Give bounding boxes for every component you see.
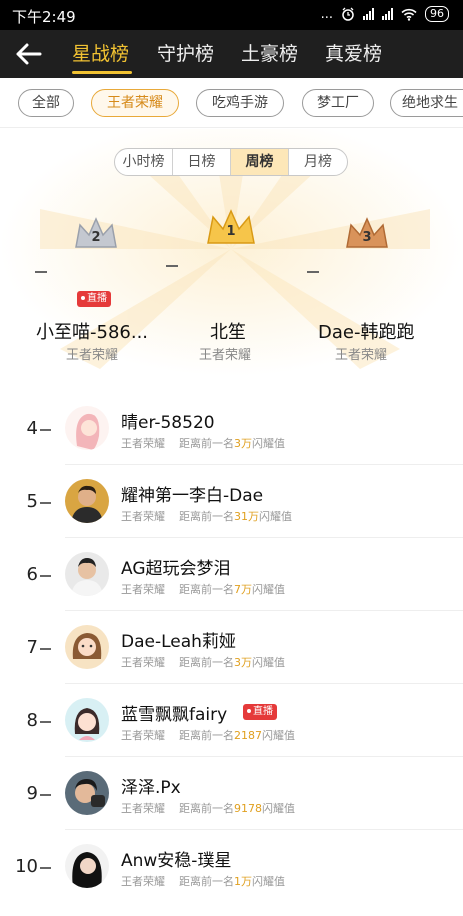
rank-number: 4 [26, 418, 38, 439]
rank-number: 2 [91, 230, 101, 245]
status-dots: ... [320, 6, 333, 22]
wifi-icon [401, 8, 417, 21]
alarm-icon [342, 7, 354, 21]
streamer-name: 蓝雪飘飘fairy [121, 705, 228, 725]
period-switcher: 小时榜 日榜 周榜 月榜 [114, 148, 348, 176]
rank-dash [307, 271, 319, 273]
rank-dash [40, 721, 51, 723]
chip-dream-factory[interactable]: 梦工厂 [302, 89, 374, 117]
streamer-name: Anw安稳-璞星 [121, 851, 232, 871]
chip-king-glory[interactable]: 王者荣耀 [91, 89, 179, 117]
avatar [65, 552, 109, 596]
rank-number: 1 [226, 224, 236, 239]
tab-true-love[interactable]: 真爱榜 [325, 39, 382, 66]
rank-number: 7 [26, 637, 38, 658]
avatar [65, 406, 109, 450]
active-tab-indicator [72, 71, 132, 74]
streamer-meta: 王者荣耀 距离前一名9178闪耀值 [121, 802, 295, 815]
status-bar: 下午2:49 ... 96 [0, 0, 463, 30]
rank-dash [40, 867, 51, 869]
chip-chicken-games[interactable]: 吃鸡手游 [196, 89, 284, 117]
period-monthly[interactable]: 月榜 [289, 149, 347, 175]
battery-icon: 96 [425, 6, 449, 22]
podium-game: 王者荣耀 [335, 348, 388, 363]
tab-guard[interactable]: 守护榜 [157, 39, 214, 66]
period-hourly[interactable]: 小时榜 [115, 149, 173, 175]
rank-number: 3 [362, 230, 372, 245]
signal-icon [382, 8, 393, 20]
avatar [65, 844, 109, 888]
list-item[interactable]: 7 Dae-Leah莉娅 王者荣耀 距离前一名3万闪耀值 [0, 611, 463, 684]
streamer-meta: 王者荣耀 距离前一名2187闪耀值 [121, 729, 295, 742]
rank-dash [40, 429, 51, 431]
streamer-meta: 王者荣耀 距离前一名3万闪耀值 [121, 656, 285, 669]
rank-number: 5 [26, 491, 38, 512]
rank-number: 9 [26, 783, 38, 804]
status-time: 下午2:49 [12, 8, 76, 26]
podium: 小时榜 日榜 周榜 月榜 2 直播 小至喵-586... 王者荣耀 1 北笙 王… [0, 129, 463, 389]
list-item[interactable]: 8 蓝雪飘飘fairy 直播 王者荣耀 距离前一名2187闪耀值 [0, 684, 463, 757]
list-item[interactable]: 9 泽泽.Px 王者荣耀 距离前一名9178闪耀值 [0, 757, 463, 830]
streamer-name: 晴er-58520 [121, 413, 215, 433]
rank-dash [166, 265, 178, 267]
streamer-meta: 王者荣耀 距离前一名1万闪耀值 [121, 875, 285, 888]
rank-header: 星战榜 守护榜 土豪榜 真爱榜 [0, 30, 463, 78]
status-icons: ... 96 [321, 6, 449, 22]
period-weekly[interactable]: 周榜 [231, 149, 289, 175]
podium-name: 北笙 [210, 322, 246, 343]
rank-dash [40, 502, 51, 504]
rank-dash [35, 271, 47, 273]
period-daily[interactable]: 日榜 [173, 149, 231, 175]
avatar [65, 771, 109, 815]
rank-number: 8 [26, 710, 38, 731]
live-badge: 直播 [77, 291, 111, 307]
podium-game: 王者荣耀 [199, 348, 252, 363]
streamer-name: 耀神第一李白-Dae [121, 486, 264, 506]
back-arrow-icon[interactable] [14, 40, 46, 68]
tab-star-war[interactable]: 星战榜 [72, 39, 129, 66]
rank-dash [40, 575, 51, 577]
list-item[interactable]: 6 AG超玩会梦泪 王者荣耀 距离前一名7万闪耀值 [0, 538, 463, 611]
rank-number: 10 [15, 856, 38, 877]
signal-icon [363, 8, 374, 20]
rank-number: 6 [26, 564, 38, 585]
podium-name: 小至喵-586... [36, 322, 149, 343]
streamer-meta: 王者荣耀 距离前一名7万闪耀值 [121, 583, 285, 596]
streamer-meta: 王者荣耀 距离前一名31万闪耀值 [121, 510, 292, 523]
podium-game: 王者荣耀 [66, 348, 119, 363]
chip-all[interactable]: 全部 [18, 89, 74, 117]
rank-dash [40, 794, 51, 796]
live-badge: 直播 [243, 704, 277, 720]
list-item[interactable]: 4 晴er-58520 王者荣耀 距离前一名3万闪耀值 [0, 392, 463, 465]
list-item[interactable]: 5 耀神第一李白-Dae 王者荣耀 距离前一名31万闪耀值 [0, 465, 463, 538]
category-chips: 全部 王者荣耀 吃鸡手游 梦工厂 绝地求生 [0, 78, 463, 128]
podium-name: Dae-韩跑跑 [318, 322, 415, 343]
streamer-name: AG超玩会梦泪 [121, 559, 231, 579]
avatar [65, 698, 109, 742]
tab-rich[interactable]: 土豪榜 [241, 39, 298, 66]
streamer-name: 泽泽.Px [121, 778, 181, 798]
streamer-name: Dae-Leah莉娅 [121, 632, 236, 652]
avatar [65, 479, 109, 523]
list-item[interactable]: 10 Anw安稳-璞星 王者荣耀 距离前一名1万闪耀值 [0, 830, 463, 903]
rank-dash [40, 648, 51, 650]
streamer-meta: 王者荣耀 距离前一名3万闪耀值 [121, 437, 285, 450]
avatar [65, 625, 109, 669]
chip-pubg[interactable]: 绝地求生 [390, 89, 463, 117]
